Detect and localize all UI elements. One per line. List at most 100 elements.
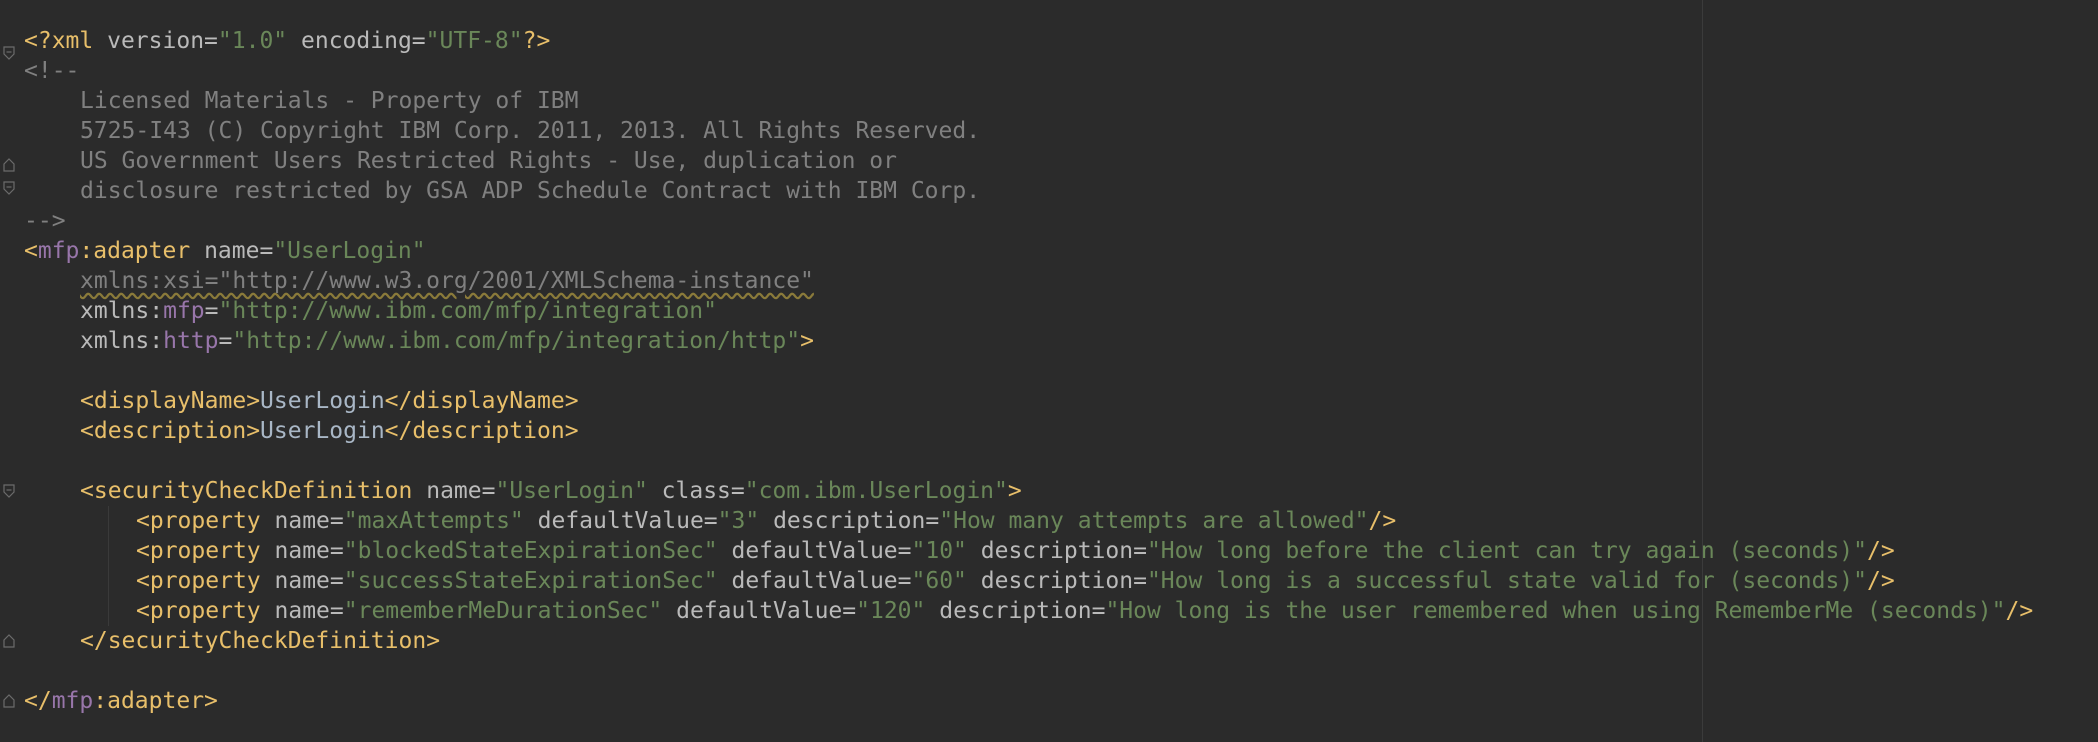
indent-guide <box>108 506 109 536</box>
namespace-prefix: mfp <box>163 298 205 324</box>
attr-name: description <box>980 538 1134 564</box>
tag-name: displayName <box>93 388 247 414</box>
attr-value: "How long before the client can try agai… <box>1146 538 1868 564</box>
code-line: <property name="maxAttempts" defaultValu… <box>24 506 2033 536</box>
attr-name: defaultValue <box>731 568 898 594</box>
fold-marker-icon[interactable] <box>3 484 15 498</box>
code-line: <!-- <box>24 56 2033 86</box>
attr-name: name <box>204 238 260 264</box>
namespace-prefix: mfp <box>37 238 80 264</box>
fold-marker-icon[interactable] <box>3 634 15 648</box>
attr-value: "1.0" <box>217 28 288 54</box>
tag-name: property <box>149 508 261 534</box>
attr-value: "http://www.ibm.com/mfp/integration" <box>218 298 718 324</box>
code-line: </securityCheckDefinition> <box>80 628 441 654</box>
editor-gutter <box>0 0 22 742</box>
attr-name: defaultValue <box>676 598 843 624</box>
attr-name: name <box>274 598 330 624</box>
comment-text: 5725-I43 (C) Copyright IBM Corp. 2011, 2… <box>80 118 981 144</box>
tag-name: property <box>149 568 261 594</box>
attr-value: "UTF-8" <box>425 28 523 54</box>
code-line: xmlns:mfp="http://www.ibm.com/mfp/integr… <box>80 298 718 324</box>
tag-name: adapter <box>93 238 191 264</box>
attr-name: version <box>107 28 205 54</box>
indent-guide <box>108 566 109 596</box>
unused-namespace-attr: xmlns:xsi="http://www.w3.org/2001/XMLSch… <box>80 268 814 294</box>
code-line: <displayName>UserLogin</displayName> <box>80 388 579 414</box>
attr-name: description <box>980 568 1134 594</box>
attr-value: "http://www.ibm.com/mfp/integration/http… <box>232 328 801 354</box>
namespace-prefix: http <box>163 328 219 354</box>
code-editor[interactable]: <?xml version="1.0" encoding="UTF-8"?> <… <box>0 0 2098 742</box>
code-area[interactable]: <?xml version="1.0" encoding="UTF-8"?> <… <box>24 26 2033 716</box>
namespace-prefix: mfp <box>51 688 94 714</box>
attr-value: "120" <box>856 598 926 624</box>
prolog-open: <?xml <box>24 28 94 54</box>
attr-value: "60" <box>911 568 967 594</box>
code-line: xmlns:xsi="http://www.w3.org/2001/XMLSch… <box>24 266 2033 296</box>
attr-value: "3" <box>717 508 760 534</box>
comment-open: <!-- <box>24 58 80 84</box>
attr-name: class <box>661 478 731 504</box>
tag-name: property <box>149 538 261 564</box>
attr-value: "successStateExpirationSec" <box>343 568 718 594</box>
attr-name: name <box>274 568 330 594</box>
tag-name: adapter <box>107 688 205 714</box>
code-line: <property name="rememberMeDurationSec" d… <box>24 596 2033 626</box>
tag-name: description <box>93 418 247 444</box>
code-line: xmlns:http="http://www.ibm.com/mfp/integ… <box>80 328 814 354</box>
attr-value: "rememberMeDurationSec" <box>343 598 663 624</box>
attr-value: "maxAttempts" <box>343 508 524 534</box>
comment-text: US Government Users Restricted Rights - … <box>80 148 897 174</box>
attr-value: "UserLogin" <box>495 478 648 504</box>
attr-value: "How long is the user remembered when us… <box>1105 598 2006 624</box>
attr-name: defaultValue <box>537 508 704 534</box>
code-line: <securityCheckDefinition name="UserLogin… <box>80 478 1022 504</box>
code-line: 5725-I43 (C) Copyright IBM Corp. 2011, 2… <box>24 116 2033 146</box>
comment-close: --> <box>24 208 66 234</box>
code-line: <mfp:adapter name="UserLogin" <box>24 238 426 264</box>
indent-guide <box>108 596 109 626</box>
element-text: UserLogin <box>260 388 385 414</box>
comment-text: disclosure restricted by GSA ADP Schedul… <box>80 178 981 204</box>
code-line: <description>UserLogin</description> <box>80 418 579 444</box>
attr-name: description <box>773 508 926 534</box>
code-line: --> <box>24 206 2033 236</box>
code-line: US Government Users Restricted Rights - … <box>24 146 2033 176</box>
attr-value: "How many attempts are allowed" <box>939 508 1369 534</box>
code-line: </mfp:adapter> <box>24 688 218 714</box>
tag-name: securityCheckDefinition <box>107 628 427 654</box>
code-line: disclosure restricted by GSA ADP Schedul… <box>24 176 2033 206</box>
element-text: UserLogin <box>260 418 385 444</box>
code-line: <?xml version="1.0" encoding="UTF-8"?> <box>24 28 551 54</box>
attr-name: encoding <box>301 28 412 54</box>
tag-name: property <box>149 598 261 624</box>
code-line: <property name="successStateExpirationSe… <box>24 566 2033 596</box>
attr-name: name <box>274 538 330 564</box>
attr-name: xmlns: <box>80 298 164 324</box>
attr-value: "UserLogin" <box>273 238 426 264</box>
attr-name: name <box>426 478 482 504</box>
code-line: <property name="blockedStateExpirationSe… <box>24 536 2033 566</box>
attr-value: "How long is a successful state valid fo… <box>1146 568 1868 594</box>
attr-value: "com.ibm.UserLogin" <box>744 478 1008 504</box>
fold-marker-icon[interactable] <box>3 694 15 708</box>
comment-text: Licensed Materials - Property of IBM <box>80 88 579 114</box>
tag-name: displayName <box>412 388 565 414</box>
attr-name: name <box>274 508 330 534</box>
attr-name: description <box>939 598 1092 624</box>
tag-name: description <box>412 418 565 444</box>
fold-marker-icon[interactable] <box>3 158 15 172</box>
attr-value: "blockedStateExpirationSec" <box>343 538 718 564</box>
tag-name: securityCheckDefinition <box>93 478 413 504</box>
attr-value: "10" <box>911 538 967 564</box>
indent-guide <box>108 536 109 566</box>
attr-name: defaultValue <box>731 538 898 564</box>
fold-marker-icon[interactable] <box>3 181 15 195</box>
code-line: Licensed Materials - Property of IBM <box>24 86 2033 116</box>
prolog-close: ?> <box>522 28 551 54</box>
fold-marker-icon[interactable] <box>3 46 15 60</box>
